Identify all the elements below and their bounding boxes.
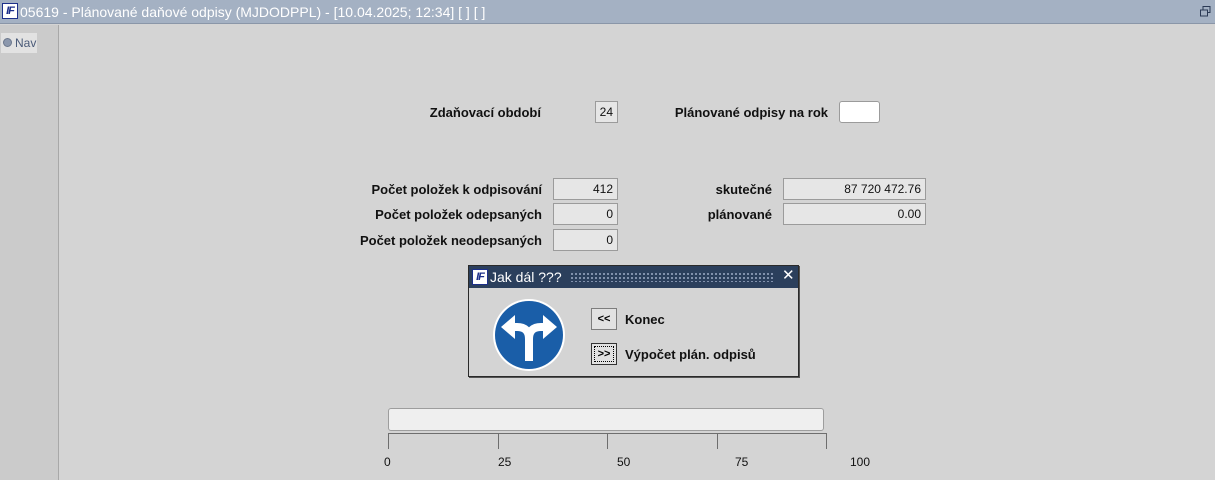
count-not-depreciated-field[interactable]: 0 — [553, 229, 618, 251]
period-field[interactable]: 24 — [595, 101, 618, 123]
restore-window-icon[interactable] — [1200, 6, 1211, 17]
calculate-button[interactable]: >> — [591, 343, 617, 365]
next-step-dialog: IF Jak dál ??? ✕ << Konec >> Výpočet plá… — [468, 265, 799, 377]
count-to-depreciate-label: Počet položek k odpisování — [371, 182, 542, 197]
scale-tick-label: 100 — [850, 455, 871, 469]
planned-year-field[interactable] — [839, 101, 880, 123]
scale-tick-label: 25 — [498, 455, 512, 469]
app-logo: IF — [2, 3, 18, 19]
progress-scale — [388, 433, 827, 449]
actual-label: skutečné — [715, 182, 772, 197]
nav-bullet-icon — [3, 38, 12, 47]
planned-year-label: Plánované odpisy na rok — [674, 105, 828, 120]
planned-amount-field[interactable]: 0.00 — [783, 203, 926, 225]
dialog-close-icon[interactable]: ✕ — [782, 267, 795, 285]
fork-arrow-icon — [493, 299, 565, 371]
count-to-depreciate-field[interactable]: 412 — [553, 178, 618, 200]
dialog-title: Jak dál ??? — [490, 269, 562, 285]
end-button[interactable]: << — [591, 308, 617, 330]
count-depreciated-field[interactable]: 0 — [553, 203, 618, 225]
navigation-pane — [0, 25, 59, 480]
count-depreciated-label: Počet položek odepsaných — [375, 207, 542, 222]
calculate-label: Výpočet plán. odpisů — [625, 347, 756, 362]
period-label: Zdaňovací období — [429, 105, 541, 120]
scale-tick-label: 50 — [617, 455, 631, 469]
count-not-depreciated-label: Počet položek neodepsaných — [359, 233, 542, 248]
dialog-app-logo: IF — [472, 269, 488, 285]
dialog-drag-handle[interactable] — [570, 272, 775, 282]
scale-tick-label: 0 — [384, 455, 391, 469]
end-label: Konec — [625, 312, 665, 327]
dialog-titlebar[interactable]: IF Jak dál ??? ✕ — [469, 266, 798, 288]
window-title: 05619 - Plánované daňové odpisy (MJDODPP… — [20, 4, 486, 20]
actual-amount-field[interactable]: 87 720 472.76 — [783, 178, 926, 200]
planned-label: plánované — [707, 207, 772, 222]
window-titlebar: IF 05619 - Plánované daňové odpisy (MJDO… — [0, 0, 1215, 24]
scale-tick-label: 75 — [735, 455, 749, 469]
progress-bar — [388, 408, 824, 431]
